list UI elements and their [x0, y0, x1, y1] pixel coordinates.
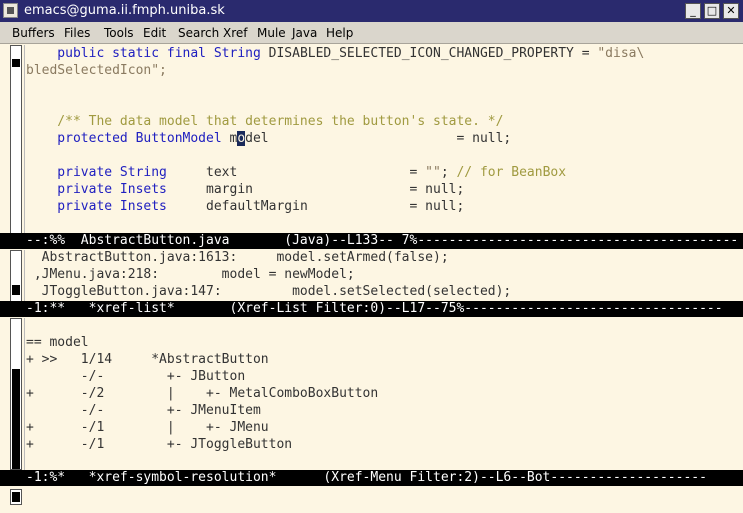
xref-list-item[interactable]: ,JMenu.java:218: model = newModel;	[26, 266, 355, 283]
xref-list-item[interactable]: JToggleButton.java:147: model.setSelecte…	[26, 283, 512, 300]
menu-xref[interactable]: Xref	[223, 26, 248, 40]
title-bar[interactable]: emacs@guma.ii.fmph.uniba.sk _ □ ✕	[0, 0, 743, 22]
modeline-source-text: --:%% AbstractButton.java (Java)--L133--…	[26, 233, 739, 248]
code-comment[interactable]: /** The data model that determines the b…	[26, 113, 503, 130]
symbol-resolution-scrollbar[interactable]	[10, 318, 22, 470]
modeline-xref-list-text: -1:** *xref-list* (Xref-List Filter:0)--…	[26, 301, 723, 316]
code-line[interactable]: bledSelectedIcon";	[26, 62, 167, 79]
symbol-tree-item[interactable]: + -/1 +- JToggleButton	[26, 436, 292, 453]
code-line[interactable]: public static final String DISABLED_SELE…	[26, 45, 644, 62]
menu-bar: Buffers Files Tools Edit Search Xref Mul…	[0, 22, 743, 44]
code-line-defaultmargin[interactable]: private Insets defaultMargin = null;	[26, 198, 464, 215]
modeline-symbol-resolution[interactable]: -1:%* *xref-symbol-resolution* (Xref-Men…	[0, 470, 743, 486]
close-button[interactable]: ✕	[723, 3, 739, 19]
menu-help[interactable]: Help	[326, 26, 353, 40]
symbol-tree-item[interactable]: -/- +- JButton	[26, 368, 245, 385]
code-line-model[interactable]: protected ButtonModel model = null;	[26, 130, 511, 147]
code-line-text[interactable]: private String text = ""; // for BeanBox	[26, 164, 566, 181]
symbol-tree-item[interactable]: + -/1 | +- JMenu	[26, 419, 269, 436]
modeline-source[interactable]: --:%% AbstractButton.java (Java)--L133--…	[0, 233, 743, 249]
fringe-divider	[24, 250, 25, 302]
source-scrollbar[interactable]	[10, 45, 22, 234]
xref-list-item[interactable]: AbstractButton.java:1613: model.setArmed…	[26, 249, 449, 266]
symbol-tree-item[interactable]: -/- +- JMenuItem	[26, 402, 261, 419]
window-menu-icon[interactable]	[3, 3, 18, 18]
maximize-button[interactable]: □	[704, 3, 720, 19]
source-scrollbar-thumb[interactable]	[12, 59, 20, 67]
code-line-margin[interactable]: private Insets margin = null;	[26, 181, 464, 198]
symbol-resolution-scrollbar-thumb[interactable]	[12, 369, 20, 469]
minimize-button[interactable]: _	[685, 3, 701, 19]
window-title: emacs@guma.ii.fmph.uniba.sk	[24, 3, 225, 18]
xref-list-scrollbar[interactable]	[10, 250, 22, 302]
symbol-tree-item[interactable]: + >> 1/14 *AbstractButton	[26, 351, 269, 368]
symbol-tree-item[interactable]: + -/2 | +- MetalComboBoxButton	[26, 385, 378, 402]
menu-search[interactable]: Search	[178, 26, 219, 40]
minibuffer-scrollbar-thumb[interactable]	[12, 492, 20, 502]
fringe-divider	[24, 45, 25, 234]
menu-edit[interactable]: Edit	[143, 26, 166, 40]
xref-list-scrollbar-thumb[interactable]	[12, 285, 20, 295]
fringe-divider	[24, 318, 25, 470]
menu-buffers[interactable]: Buffers	[12, 26, 55, 40]
menu-java[interactable]: Java	[292, 26, 317, 40]
menu-files[interactable]: Files	[64, 26, 90, 40]
symbol-heading: == model	[26, 335, 89, 350]
emacs-window: emacs@guma.ii.fmph.uniba.sk _ □ ✕ Buffer…	[0, 0, 743, 513]
modeline-symbol-resolution-text: -1:%* *xref-symbol-resolution* (Xref-Men…	[26, 470, 707, 485]
text-cursor: o	[237, 131, 246, 146]
menu-tools[interactable]: Tools	[104, 26, 134, 40]
modeline-xref-list[interactable]: -1:** *xref-list* (Xref-List Filter:0)--…	[0, 301, 743, 317]
minibuffer-scrollbar[interactable]	[10, 489, 22, 505]
menu-mule[interactable]: Mule	[257, 26, 286, 40]
